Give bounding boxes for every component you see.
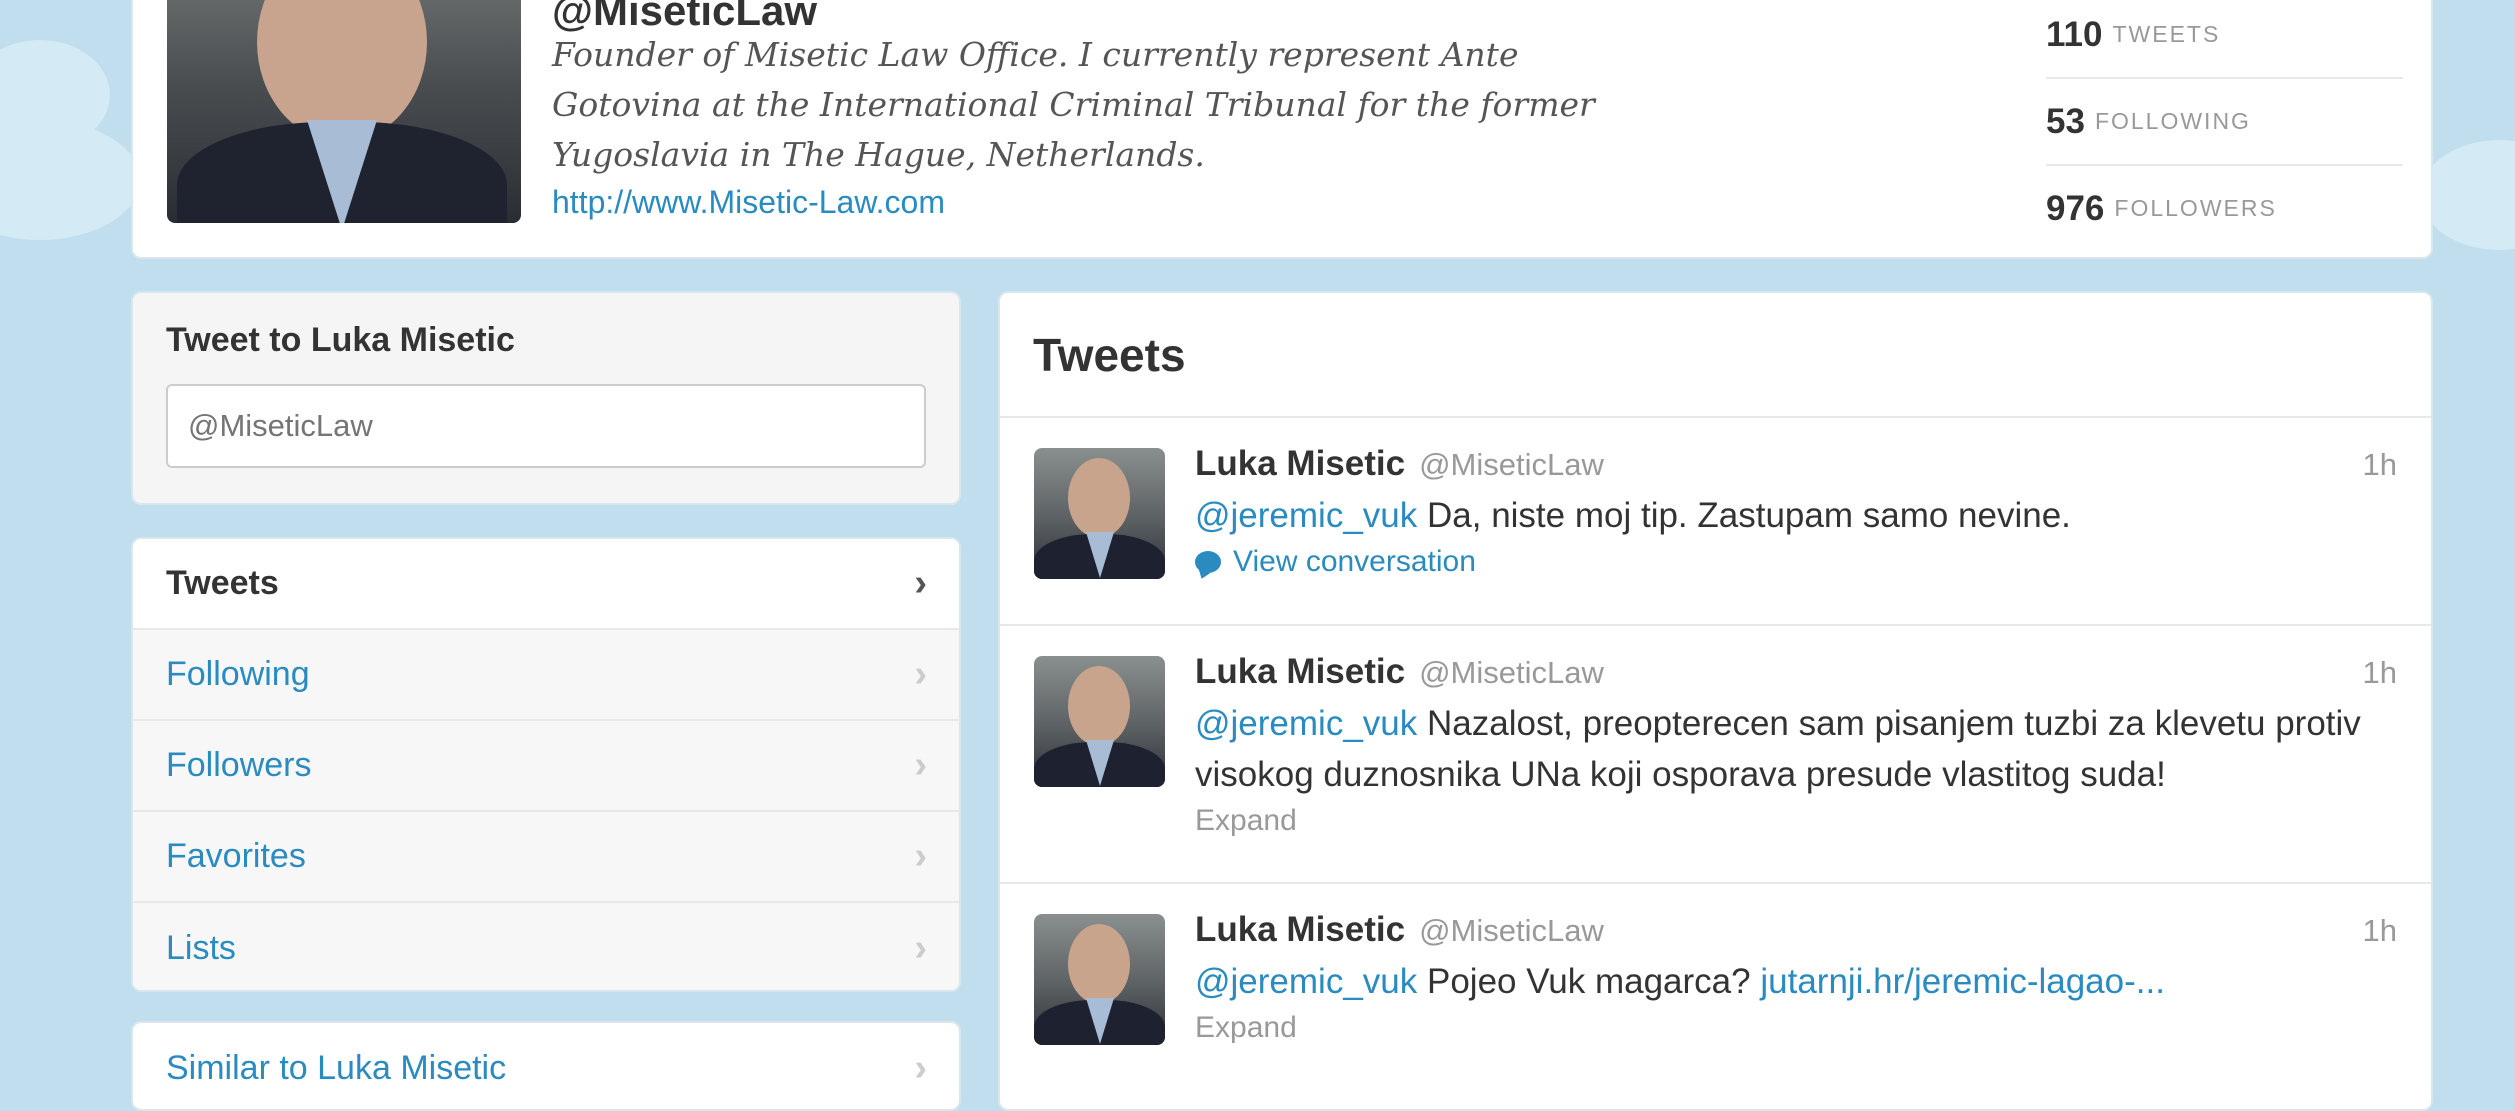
expand-link[interactable]: Expand (1195, 1011, 2397, 1045)
tweet-body: Da, niste moj tip. Zastupam samo nevine. (1427, 496, 2071, 535)
nav-item-following[interactable]: Following › (133, 630, 959, 721)
stat-followers[interactable]: 976 FOLLOWERS (2046, 166, 2403, 251)
similar-to-label: Similar to Luka Misetic (166, 1049, 507, 1087)
similar-to-card: Similar to Luka Misetic › (131, 1021, 961, 1111)
nav-item-label: Tweets (166, 564, 279, 602)
tweet-text: @jeremic_vuk Pojeo Vuk magarca? jutarnji… (1195, 956, 2397, 1007)
tweet-avatar[interactable] (1034, 448, 1165, 579)
profile-stats: 110 TWEETS 53 FOLLOWING 976 FOLLOWERS (2046, 0, 2403, 251)
tweet-author-name[interactable]: Luka Misetic (1195, 444, 1405, 484)
mention-link[interactable]: @jeremic_vuk (1195, 704, 1417, 743)
stat-number: 976 (2046, 188, 2105, 228)
chevron-right-icon: › (914, 835, 927, 877)
tweets-heading: Tweets (1033, 328, 1186, 381)
similar-to-link[interactable]: Similar to Luka Misetic › (133, 1023, 959, 1109)
expand-link[interactable]: Expand (1195, 804, 2397, 838)
stat-label: FOLLOWING (2094, 108, 2251, 134)
profile-handle: @MiseticLaw (552, 0, 818, 34)
chevron-right-icon: › (914, 927, 927, 969)
view-conversation-link[interactable]: View conversation (1195, 545, 2397, 579)
stat-tweets[interactable]: 110 TWEETS (2046, 0, 2403, 79)
tweet-item[interactable]: Luka Misetic @MiseticLaw 1h @jeremic_vuk… (1000, 626, 2431, 884)
tweet-text: @jeremic_vuk Da, niste moj tip. Zastupam… (1195, 490, 2397, 541)
mention-link[interactable]: @jeremic_vuk (1195, 962, 1417, 1001)
tweet-body: Pojeo Vuk magarca? (1427, 962, 1751, 1001)
profile-nav: Tweets › Following › Followers › Favorit… (131, 537, 961, 992)
chevron-right-icon: › (914, 1047, 927, 1089)
view-conversation-label: View conversation (1233, 545, 1476, 578)
chevron-right-icon: › (914, 562, 927, 604)
tweet-item[interactable]: Luka Misetic @MiseticLaw 1h @jeremic_vuk… (1000, 418, 2431, 626)
stat-number: 110 (2046, 14, 2103, 54)
tweets-panel: Tweets Luka Misetic @MiseticLaw 1h @jere… (998, 291, 2433, 1111)
tweet-avatar[interactable] (1034, 914, 1165, 1045)
nav-item-label: Following (166, 655, 310, 693)
tweet-author-handle[interactable]: @MiseticLaw (1419, 447, 1604, 483)
chevron-right-icon: › (914, 653, 927, 695)
tweet-author-handle[interactable]: @MiseticLaw (1419, 913, 1604, 949)
mention-link[interactable]: @jeremic_vuk (1195, 496, 1417, 535)
nav-item-label: Followers (166, 746, 312, 784)
nav-item-favorites[interactable]: Favorites › (133, 812, 959, 903)
profile-bio: Founder of Misetic Law Office. I current… (552, 35, 1595, 174)
tweet-avatar[interactable] (1034, 656, 1165, 787)
profile-url-link[interactable]: http://www.Misetic-Law.com (552, 184, 945, 221)
nav-item-tweets[interactable]: Tweets › (133, 539, 959, 630)
nav-item-followers[interactable]: Followers › (133, 721, 959, 812)
tweets-header: Tweets (1000, 293, 2431, 418)
tweet-author-name[interactable]: Luka Misetic (1195, 910, 1405, 950)
chevron-right-icon: › (914, 744, 927, 786)
background-cloud (2420, 140, 2515, 250)
profile-header: @MiseticLaw Founder of Misetic Law Offic… (131, 0, 2433, 259)
tweet-input[interactable] (166, 384, 926, 468)
tweet-timestamp[interactable]: 1h (2363, 655, 2397, 691)
compose-title: Tweet to Luka Misetic (166, 321, 515, 359)
stat-number: 53 (2046, 101, 2085, 141)
stat-label: TWEETS (2112, 21, 2221, 47)
tweet-timestamp[interactable]: 1h (2363, 447, 2397, 483)
nav-item-label: Favorites (166, 837, 306, 875)
speech-bubble-icon (1195, 551, 1221, 573)
tweet-url-link[interactable]: jutarnji.hr/jeremic-lagao-... (1760, 962, 2165, 1001)
tweet-author-name[interactable]: Luka Misetic (1195, 652, 1405, 692)
tweet-timestamp[interactable]: 1h (2363, 913, 2397, 949)
nav-item-lists[interactable]: Lists › (133, 903, 959, 990)
profile-avatar[interactable] (167, 0, 521, 223)
nav-item-label: Lists (166, 929, 236, 967)
compose-box: Tweet to Luka Misetic (131, 291, 961, 505)
tweet-item[interactable]: Luka Misetic @MiseticLaw 1h @jeremic_vuk… (1000, 884, 2431, 1090)
stat-label: FOLLOWERS (2114, 195, 2277, 221)
stat-following[interactable]: 53 FOLLOWING (2046, 79, 2403, 166)
tweet-text: @jeremic_vuk Nazalost, preopterecen sam … (1195, 698, 2397, 800)
tweet-author-handle[interactable]: @MiseticLaw (1419, 655, 1604, 691)
